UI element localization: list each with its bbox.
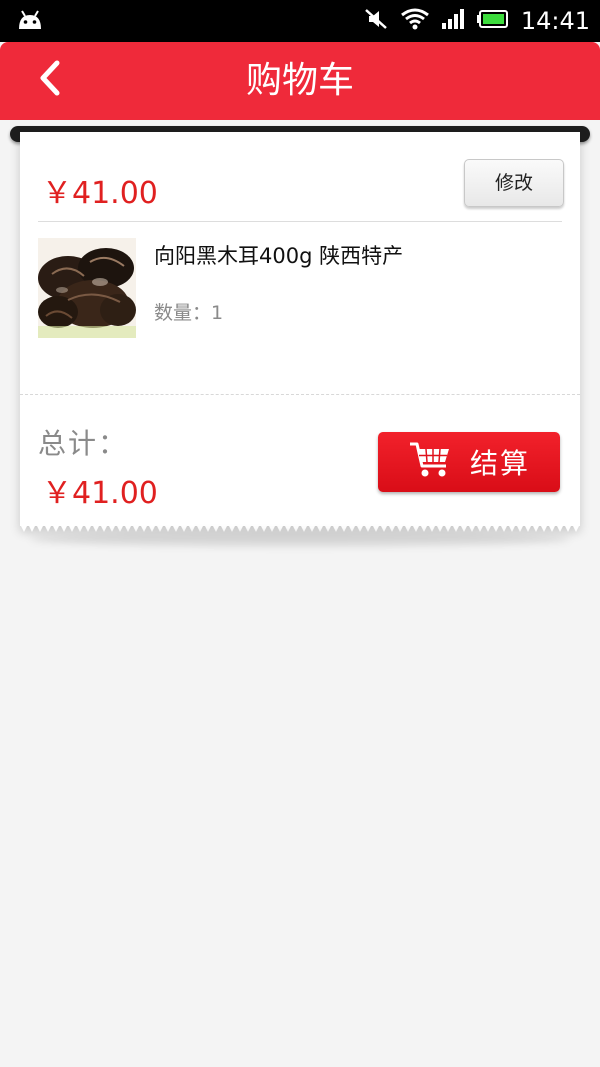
chevron-left-icon xyxy=(37,60,63,100)
receipt-shadow xyxy=(30,532,570,546)
total-value: ￥41.00 xyxy=(42,476,158,511)
page-title: 购物车 xyxy=(245,60,354,101)
product-image[interactable] xyxy=(38,238,136,338)
checkout-button[interactable]: 结算 xyxy=(378,432,560,492)
shopping-cart-icon xyxy=(408,440,452,484)
total-label: 总计： xyxy=(38,427,129,460)
edit-button[interactable]: 修改 xyxy=(464,159,564,207)
back-button[interactable] xyxy=(30,60,70,100)
product-name[interactable]: 向阳黑木耳400g 陕西特产 xyxy=(154,240,403,270)
divider xyxy=(38,221,562,222)
mute-icon xyxy=(363,6,389,36)
battery-icon xyxy=(476,9,509,33)
quantity-text: 数量：1 xyxy=(154,302,224,324)
checkout-label: 结算 xyxy=(469,447,530,480)
status-bar: 14:41 xyxy=(0,0,600,42)
android-notification-icon xyxy=(16,9,44,35)
clock: 14:41 xyxy=(520,7,590,35)
nav-bar: 购物车 xyxy=(0,42,600,120)
signal-icon xyxy=(441,8,465,34)
cart-receipt-card: ￥41.00 修改 向阳黑木耳400g 陕西特产 数量：1 总计： ￥41.00 xyxy=(20,132,580,526)
dashed-divider xyxy=(20,394,580,395)
wifi-icon xyxy=(400,8,429,34)
item-price: ￥41.00 xyxy=(42,176,158,211)
